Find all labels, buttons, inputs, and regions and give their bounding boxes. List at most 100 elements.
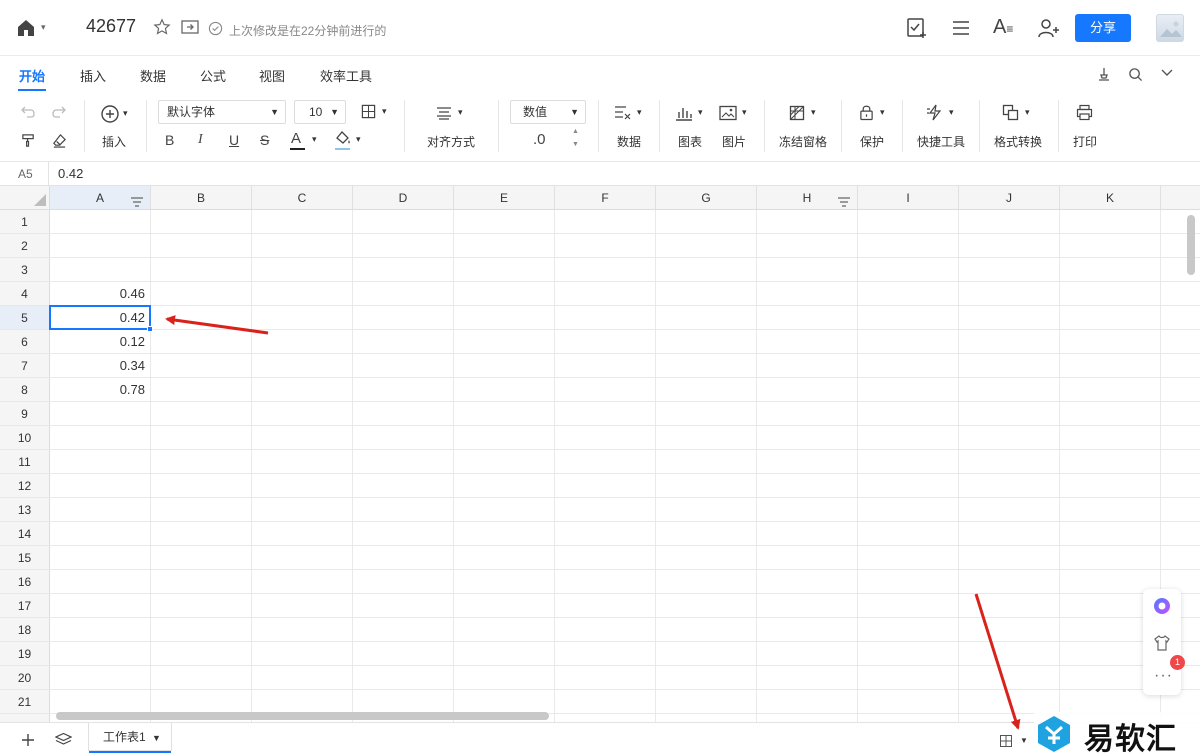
border-icon[interactable] <box>361 104 376 121</box>
spreadsheet-grid[interactable]: A B C D E F G H I J K 1 2 3 4 5 6 7 8 9 10 11 12 13 14 15 16 17 18 19… <box>0 186 1200 722</box>
quick-tools-dropdown-icon[interactable]: ▾ <box>949 107 954 118</box>
row-header[interactable]: 7 <box>0 354 50 378</box>
protect-dropdown-icon[interactable]: ▾ <box>880 107 885 118</box>
row-header[interactable]: 2 <box>0 234 50 258</box>
row-header[interactable]: 1 <box>0 210 50 234</box>
row-header[interactable]: 13 <box>0 498 50 522</box>
insert-icon[interactable] <box>100 104 120 126</box>
font-size-select[interactable]: 10 ▼ <box>294 100 346 124</box>
protect-label[interactable]: 保护 <box>860 133 884 150</box>
horizontal-scrollbar[interactable] <box>56 712 549 720</box>
collapse-ribbon-icon[interactable] <box>1160 68 1174 80</box>
row-header[interactable]: 21 <box>0 690 50 714</box>
quick-tools-label[interactable]: 快捷工具 <box>917 133 965 150</box>
row-header[interactable]: 11 <box>0 450 50 474</box>
filter-icon[interactable] <box>837 192 851 216</box>
lock-icon[interactable] <box>859 104 874 123</box>
freeze-pane-icon[interactable] <box>789 105 805 123</box>
fill-handle[interactable] <box>147 326 153 332</box>
tab-view[interactable]: 视图 <box>259 66 285 85</box>
task-add-icon[interactable] <box>906 17 928 41</box>
row-header[interactable]: 3 <box>0 258 50 282</box>
border-dropdown-icon[interactable]: ▾ <box>382 106 387 117</box>
skin-theme-icon[interactable] <box>1153 635 1171 654</box>
home-icon[interactable] <box>16 18 36 40</box>
add-sheet-icon[interactable] <box>21 733 35 749</box>
cell-a5[interactable]: 0.42 <box>50 306 145 330</box>
fill-color-icon[interactable] <box>335 131 351 147</box>
image-icon[interactable] <box>719 105 737 123</box>
home-dropdown-icon[interactable]: ▾ <box>41 22 46 33</box>
move-to-folder-icon[interactable] <box>181 19 199 37</box>
cell-a4[interactable]: 0.46 <box>50 282 145 306</box>
print-icon[interactable] <box>1076 104 1093 123</box>
column-header-j[interactable]: J <box>959 186 1060 210</box>
row-header[interactable]: 9 <box>0 402 50 426</box>
undo-icon[interactable] <box>20 105 36 121</box>
data-icon[interactable] <box>614 105 632 123</box>
freeze-label[interactable]: 冻结窗格 <box>779 133 827 150</box>
name-box[interactable]: A5 <box>18 167 33 181</box>
column-header-i[interactable]: I <box>858 186 959 210</box>
row-header[interactable]: 18 <box>0 618 50 642</box>
image-label[interactable]: 图片 <box>722 133 746 150</box>
tab-formula[interactable]: 公式 <box>200 66 226 85</box>
more-icon[interactable]: ··· <box>1154 667 1173 685</box>
share-button[interactable]: 分享 <box>1075 14 1131 42</box>
freeze-dropdown-icon[interactable]: ▾ <box>811 107 816 118</box>
row-header[interactable]: 12 <box>0 474 50 498</box>
data-dropdown-icon[interactable]: ▾ <box>637 107 642 118</box>
text-format-icon[interactable]: A≡ <box>993 16 1013 39</box>
decimal-stepper-up-icon[interactable]: ▲ <box>572 128 579 135</box>
format-convert-icon[interactable] <box>1002 104 1019 123</box>
column-header-h[interactable]: H <box>757 186 858 210</box>
align-label[interactable]: 对齐方式 <box>427 133 475 150</box>
cell-a6[interactable]: 0.12 <box>50 330 145 354</box>
star-icon[interactable] <box>153 18 171 38</box>
align-dropdown-icon[interactable]: ▾ <box>458 107 463 118</box>
insert-label[interactable]: 插入 <box>102 133 126 150</box>
clear-format-icon[interactable] <box>52 133 67 150</box>
quick-tools-icon[interactable] <box>926 104 944 123</box>
sheet-tab[interactable]: 工作表1 ▼ <box>88 723 172 753</box>
image-dropdown-icon[interactable]: ▾ <box>742 107 747 118</box>
format-painter-pin-icon[interactable] <box>1096 66 1112 84</box>
align-icon[interactable] <box>436 106 452 122</box>
strikethrough-button[interactable]: S <box>260 132 269 148</box>
row-header[interactable]: 19 <box>0 642 50 666</box>
add-collaborator-icon[interactable] <box>1038 17 1060 41</box>
select-all-corner[interactable] <box>0 186 50 210</box>
row-header[interactable]: 4 <box>0 282 50 306</box>
tab-insert[interactable]: 插入 <box>80 66 106 85</box>
column-header-k[interactable]: K <box>1060 186 1161 210</box>
row-header[interactable]: 14 <box>0 522 50 546</box>
chart-icon[interactable] <box>675 105 693 123</box>
search-icon[interactable] <box>1128 67 1143 84</box>
row-header[interactable]: 5 <box>0 306 50 330</box>
chart-label[interactable]: 图表 <box>678 133 702 150</box>
column-header-f[interactable]: F <box>555 186 656 210</box>
underline-button[interactable]: U <box>229 132 239 148</box>
row-header[interactable]: 8 <box>0 378 50 402</box>
format-painter-icon[interactable] <box>21 133 36 150</box>
format-convert-label[interactable]: 格式转换 <box>994 133 1042 150</box>
cell-a8[interactable]: 0.78 <box>50 378 145 402</box>
number-format-select[interactable]: 数值 ▼ <box>510 100 586 124</box>
column-header-c[interactable]: C <box>252 186 353 210</box>
column-header-e[interactable]: E <box>454 186 555 210</box>
row-header[interactable]: 6 <box>0 330 50 354</box>
row-header[interactable]: 10 <box>0 426 50 450</box>
view-dropdown-icon[interactable]: ▼ <box>1020 736 1028 745</box>
redo-icon[interactable] <box>51 105 67 121</box>
column-header-d[interactable]: D <box>353 186 454 210</box>
format-convert-dropdown-icon[interactable]: ▾ <box>1025 107 1030 118</box>
insert-dropdown-icon[interactable]: ▾ <box>123 108 128 119</box>
column-header-g[interactable]: G <box>656 186 757 210</box>
row-header[interactable]: 17 <box>0 594 50 618</box>
chart-dropdown-icon[interactable]: ▾ <box>698 107 703 118</box>
menu-icon[interactable] <box>952 19 970 39</box>
decimal-label[interactable]: .0 <box>533 131 546 148</box>
row-header[interactable]: 20 <box>0 666 50 690</box>
fill-color-dropdown-icon[interactable]: ▾ <box>356 134 361 145</box>
grid-view-icon[interactable] <box>1000 735 1012 749</box>
